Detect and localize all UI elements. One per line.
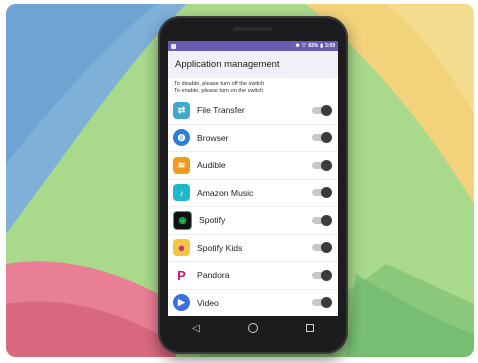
app-row-amazon-music: ♪ Amazon Music (168, 180, 338, 207)
notification-icon (171, 43, 176, 49)
browser-icon: ◍ (173, 129, 190, 147)
app-row-pandora: P Pandora (168, 262, 338, 290)
toggle-video[interactable] (312, 297, 332, 309)
back-icon[interactable]: ◁ (192, 323, 200, 334)
app-row-video: ▶ Video (168, 290, 338, 317)
app-row-audible: ≋ Audible (168, 152, 338, 180)
app-row-browser: ◍ Browser (168, 125, 338, 152)
video-icon: ▶ (173, 294, 190, 312)
toggle-browser[interactable] (312, 132, 332, 144)
app-row-spotify-kids: ☻ Spotify Kids (168, 235, 338, 262)
toggle-file-transfer[interactable] (312, 104, 332, 116)
clock: 3:09 (324, 43, 335, 49)
phone-speaker (233, 27, 273, 31)
app-name: Spotify Kids (197, 242, 243, 253)
app-name: Amazon Music (197, 187, 254, 198)
toggle-pandora[interactable] (312, 269, 332, 281)
spotify-kids-icon: ☻ (173, 239, 190, 257)
toggle-spotify-kids[interactable] (312, 242, 332, 254)
app-row-file-transfer: ⇄ File Transfer (168, 97, 338, 125)
app-name: File Transfer (197, 105, 245, 116)
navigation-bar: ◁ (168, 316, 338, 340)
phone-device: ✱ ♡ 83% ▮ 3:09 Application management To… (158, 16, 348, 354)
amazon-music-icon: ♪ (173, 184, 190, 202)
page-title-bar: Application management (168, 51, 338, 78)
toggle-amazon-music[interactable] (312, 187, 332, 199)
battery-icon: ▮ (320, 43, 323, 49)
bluetooth-icon: ✱ (295, 43, 300, 49)
app-name: Browser (197, 132, 229, 143)
audible-icon: ≋ (173, 156, 190, 174)
file-transfer-icon: ⇄ (173, 101, 190, 119)
recent-apps-icon[interactable] (305, 324, 314, 332)
wifi-icon: ♡ (301, 43, 307, 49)
app-name: Pandora (197, 270, 230, 281)
phone-screen: ✱ ♡ 83% ▮ 3:09 Application management To… (168, 41, 338, 316)
battery-level: 83% (308, 43, 319, 49)
toggle-audible[interactable] (312, 159, 332, 171)
app-name: Spotify (199, 215, 226, 226)
pandora-icon: P (173, 266, 190, 284)
spotify-icon: ◉ (173, 210, 192, 230)
toggle-spotify[interactable] (312, 214, 332, 226)
status-bar: ✱ ♡ 83% ▮ 3:09 (168, 41, 338, 51)
page-title: Application management (175, 59, 280, 70)
hint-disable: To disable, please turn off the switch (174, 81, 265, 87)
app-name: Audible (197, 160, 226, 171)
home-icon[interactable] (247, 323, 258, 333)
app-name: Video (197, 297, 219, 308)
hint-enable: To enable, please turn on the switch (174, 88, 264, 94)
instructions: To disable, please turn off the switch T… (168, 78, 338, 97)
app-row-spotify: ◉ Spotify (168, 207, 338, 235)
